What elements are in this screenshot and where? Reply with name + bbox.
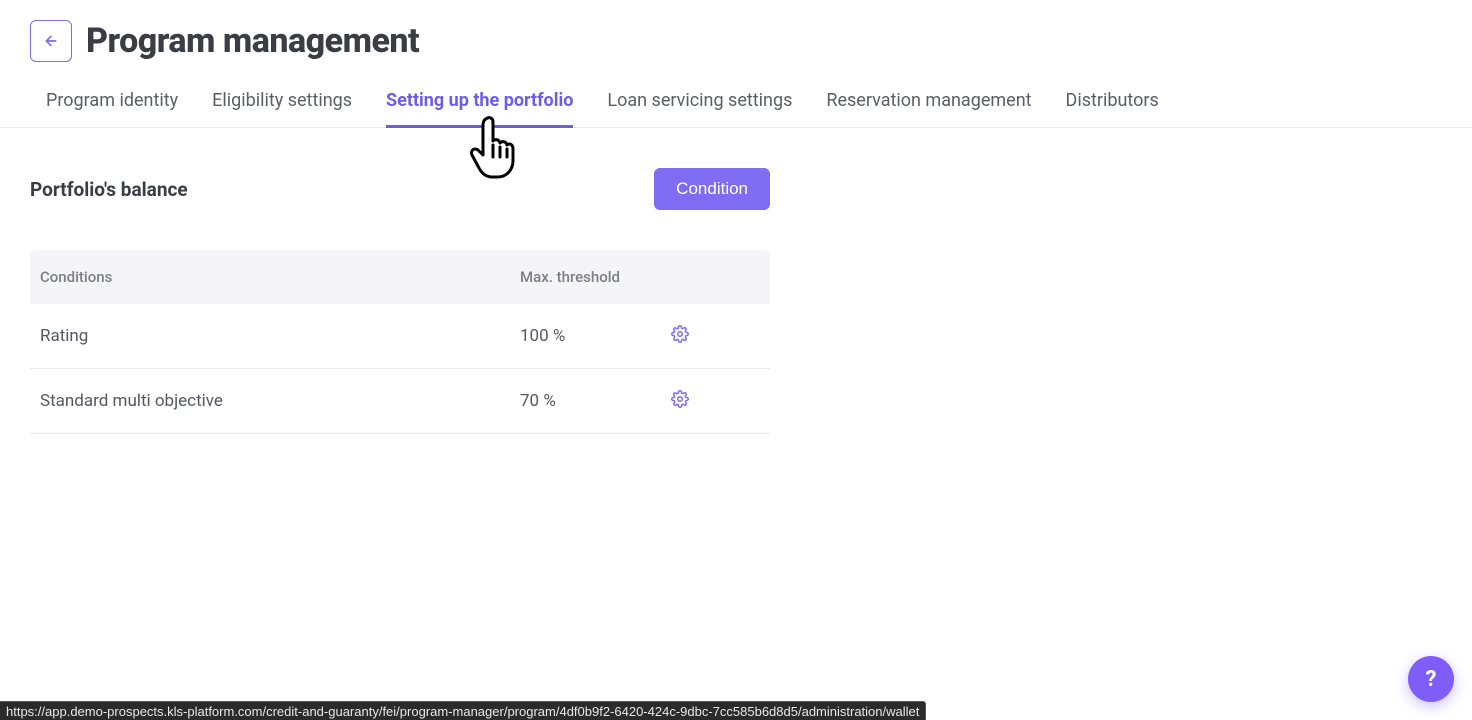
tab-eligibility-settings[interactable]: Eligibility settings — [212, 90, 352, 128]
cell-threshold: 100 % — [520, 326, 670, 346]
section-title: Portfolio's balance — [30, 178, 188, 201]
page-title: Program management — [86, 21, 419, 61]
cell-condition: Standard multi objective — [40, 391, 520, 411]
table-header: Conditions Max. threshold — [30, 250, 770, 304]
tab-setting-up-portfolio[interactable]: Setting up the portfolio — [386, 90, 573, 128]
arrow-left-icon — [43, 33, 59, 49]
column-threshold: Max. threshold — [520, 268, 670, 286]
tab-bar: Program identity Eligibility settings Se… — [0, 72, 1472, 128]
cell-condition: Rating — [40, 326, 520, 346]
help-button[interactable]: ? — [1408, 656, 1454, 702]
table-row: Standard multi objective 70 % — [30, 369, 770, 434]
conditions-table: Conditions Max. threshold Rating 100 % S… — [30, 250, 770, 434]
gear-icon[interactable] — [670, 389, 690, 409]
gear-icon[interactable] — [670, 324, 690, 344]
tab-program-identity[interactable]: Program identity — [46, 90, 178, 128]
tab-distributors[interactable]: Distributors — [1066, 90, 1159, 128]
question-mark-icon: ? — [1426, 667, 1437, 692]
tab-reservation-management[interactable]: Reservation management — [826, 90, 1031, 128]
cell-threshold: 70 % — [520, 391, 670, 411]
condition-button[interactable]: Condition — [654, 168, 770, 210]
status-bar-url: https://app.demo-prospects.kls-platform.… — [0, 701, 926, 720]
column-conditions: Conditions — [40, 268, 520, 286]
tab-loan-servicing-settings[interactable]: Loan servicing settings — [607, 90, 792, 128]
back-button[interactable] — [30, 20, 72, 62]
table-row: Rating 100 % — [30, 304, 770, 369]
